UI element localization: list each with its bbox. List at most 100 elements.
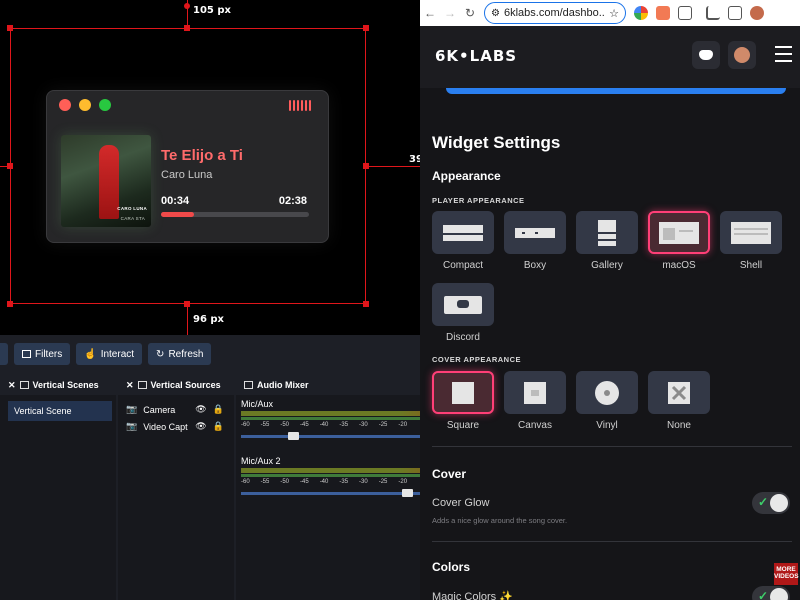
discord-button[interactable] xyxy=(692,41,720,69)
obs-preview[interactable]: 105 px 96 px 39 CARO LUNA CARA STA Te El… xyxy=(0,0,420,335)
resize-handle-b[interactable] xyxy=(184,301,190,307)
player-option-discord[interactable] xyxy=(432,283,494,326)
resize-handle-l[interactable] xyxy=(7,163,13,169)
volume-slider-knob[interactable] xyxy=(402,489,413,497)
lock-icon[interactable]: 🔒 xyxy=(213,421,224,432)
window-controls xyxy=(59,99,111,111)
meter-scale: -60 -55 -50 -45 -40 -35 -30 -25 -20 xyxy=(241,479,408,485)
forward-icon[interactable]: → xyxy=(440,6,460,20)
preview-toolbar: Filters ☝ Interact ↻ Refresh xyxy=(0,343,420,371)
site-logo[interactable]: 6K•LABS xyxy=(435,47,517,65)
cover-option-canvas[interactable] xyxy=(504,371,566,414)
volume-meter-peak xyxy=(241,417,420,420)
total-time: 02:38 xyxy=(278,195,307,207)
album-cover: CARO LUNA CARA STA xyxy=(61,135,151,227)
bookmark-star-icon[interactable]: ☆ xyxy=(609,7,619,20)
lock-icon[interactable]: 🔒 xyxy=(213,404,224,415)
eye-icon[interactable]: 👁 xyxy=(195,421,206,432)
user-avatar-button[interactable] xyxy=(728,41,756,69)
volume-slider-knob[interactable] xyxy=(288,432,299,440)
reload-icon[interactable]: ↻ xyxy=(460,6,480,20)
sources-dock-header: ✕ Vertical Sources xyxy=(118,375,234,395)
back-icon[interactable]: ← xyxy=(420,6,440,20)
option-label: Gallery xyxy=(591,260,623,271)
mixer-channel-1: Mic/Aux -60 -55 -50 -45 -40 -35 -30 -25 -20 xyxy=(236,399,420,440)
volume-meter xyxy=(241,411,420,416)
profile-avatar-icon[interactable] xyxy=(750,6,764,20)
mixer-channel-2: Mic/Aux 2 -60 -55 -50 -45 -40 -35 -30 -25 -20 xyxy=(236,456,420,497)
cover-option-vinyl[interactable] xyxy=(576,371,638,414)
primary-button-partial[interactable] xyxy=(446,88,786,94)
browser-window: ← → ↻ ⚙ 6klabs.com/dashbo... ☆ 6K•LABS W… xyxy=(420,0,800,600)
close-icon[interactable]: ✕ xyxy=(126,380,134,391)
boxy-layout-icon xyxy=(515,227,555,238)
volume-slider[interactable] xyxy=(241,432,420,440)
distance-top-label: 105 px xyxy=(193,5,231,16)
interact-button[interactable]: ☝ Interact xyxy=(76,343,143,365)
resize-handle-t[interactable] xyxy=(184,25,190,31)
eye-icon[interactable]: 👁 xyxy=(195,404,206,415)
refresh-icon: ↻ xyxy=(156,348,165,360)
site-settings-icon[interactable]: ⚙ xyxy=(491,8,500,19)
minimize-dot-icon xyxy=(79,99,91,111)
divider xyxy=(432,541,792,542)
discord-icon xyxy=(699,50,713,60)
address-bar[interactable]: ⚙ 6klabs.com/dashbo... ☆ xyxy=(484,2,626,24)
cover-option-none[interactable] xyxy=(648,371,710,414)
more-videos-badge[interactable]: MORE VIDEOS xyxy=(774,563,799,585)
cover-artist-text: CARO LUNA xyxy=(117,206,147,211)
volume-slider[interactable] xyxy=(241,489,420,497)
option-label: None xyxy=(667,420,691,431)
close-dot-icon xyxy=(59,99,71,111)
resize-handle-tr[interactable] xyxy=(363,25,369,31)
toolbar-partial-button[interactable] xyxy=(0,343,8,365)
equalizer-icon xyxy=(289,100,311,111)
meter-scale: -60 -55 -50 -45 -40 -35 -30 -25 -20 xyxy=(241,422,408,428)
camera-icon: 📷 xyxy=(126,404,138,414)
check-icon: ✓ xyxy=(758,589,769,600)
current-time: 00:34 xyxy=(161,195,190,207)
source-item-camera[interactable]: 📷 Camera 👁 🔒 xyxy=(118,401,234,418)
screen-root: 105 px 96 px 39 CARO LUNA CARA STA Te El… xyxy=(0,0,800,600)
cover-glow-toggle[interactable]: ✓ xyxy=(752,492,790,514)
resize-handle-r[interactable] xyxy=(363,163,369,169)
scenes-title: Vertical Scenes xyxy=(32,380,99,390)
float-icon[interactable] xyxy=(137,381,147,389)
hamburger-menu-icon[interactable] xyxy=(775,46,792,67)
refresh-button[interactable]: ↻ Refresh xyxy=(148,343,212,365)
option-label: Shell xyxy=(739,260,763,271)
extension-color-icon[interactable] xyxy=(634,6,648,20)
extension-icon[interactable] xyxy=(656,6,670,20)
resize-handle-br[interactable] xyxy=(363,301,369,307)
source-item-video-capture[interactable]: 📷 Video Capt 👁 🔒 xyxy=(118,418,234,435)
reading-list-icon[interactable] xyxy=(706,6,720,20)
option-label: Boxy xyxy=(523,260,547,271)
scene-item[interactable]: Vertical Scene xyxy=(8,401,112,421)
cover-option-square[interactable] xyxy=(432,371,494,414)
filters-button[interactable]: Filters xyxy=(14,343,71,365)
macos-layout-icon xyxy=(659,221,699,244)
artist-name: Caro Luna xyxy=(161,169,213,181)
rotate-handle[interactable] xyxy=(184,3,190,9)
player-option-shell[interactable] xyxy=(720,211,782,254)
player-option-gallery[interactable] xyxy=(576,211,638,254)
scenes-dock: ✕ Vertical Scenes Vertical Scene xyxy=(0,375,116,600)
float-icon[interactable] xyxy=(19,381,29,389)
extensions-puzzle-icon[interactable] xyxy=(678,6,692,20)
cover-subtitle-text: CARA STA xyxy=(120,216,145,221)
filters-icon xyxy=(22,350,31,358)
option-label: Canvas xyxy=(518,420,552,431)
cover-glow-label: Cover Glow xyxy=(432,497,490,509)
music-player-widget: CARO LUNA CARA STA Te Elijo a Ti Caro Lu… xyxy=(46,90,329,243)
shell-layout-icon xyxy=(731,221,771,244)
player-option-boxy[interactable] xyxy=(504,211,566,254)
browser-toolbar: ← → ↻ ⚙ 6klabs.com/dashbo... ☆ xyxy=(420,0,800,26)
player-option-compact[interactable] xyxy=(432,211,494,254)
player-option-macos[interactable] xyxy=(648,211,710,254)
magic-colors-toggle[interactable]: ✓ xyxy=(752,586,790,600)
resize-handle-bl[interactable] xyxy=(7,301,13,307)
resize-handle-tl[interactable] xyxy=(7,25,13,31)
close-icon[interactable]: ✕ xyxy=(8,380,16,391)
side-panel-icon[interactable] xyxy=(728,6,742,20)
float-icon[interactable] xyxy=(244,381,253,389)
